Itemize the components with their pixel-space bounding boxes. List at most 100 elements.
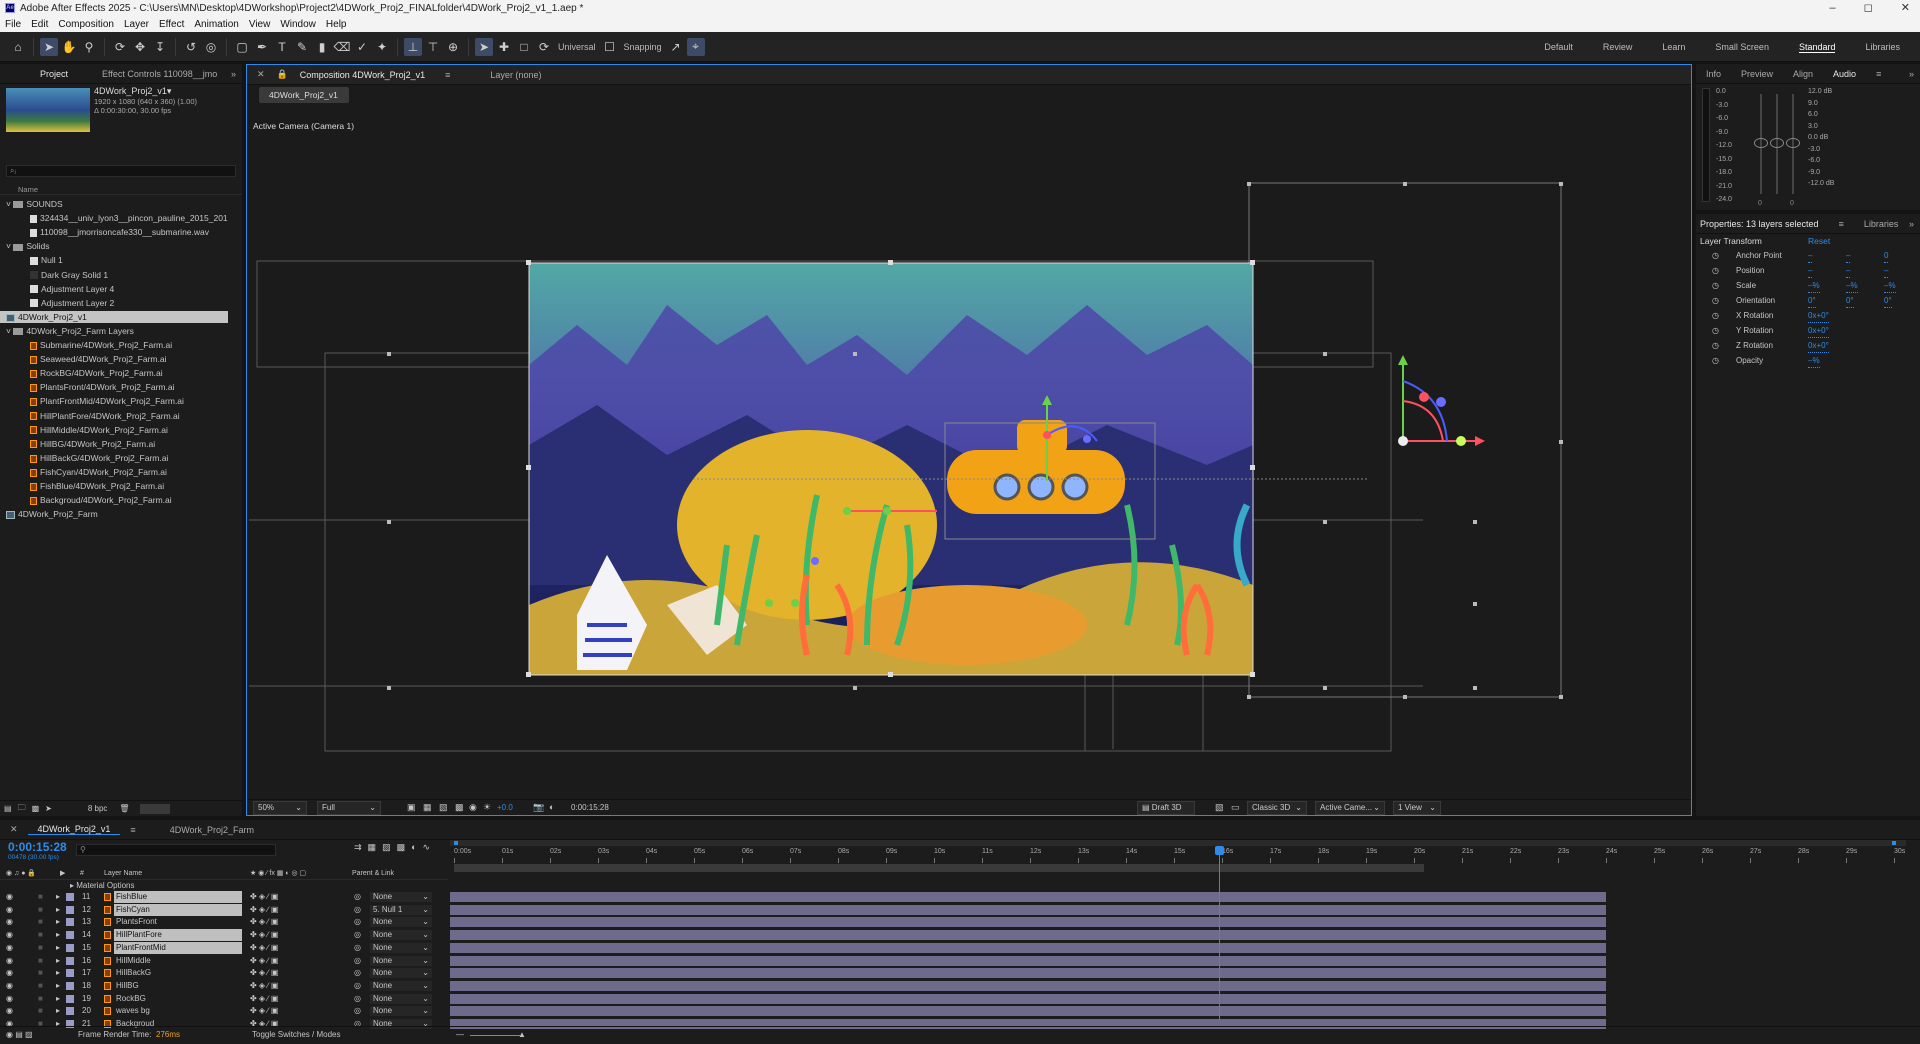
lock-icon[interactable]: ■: [38, 980, 43, 992]
grid-guides-icon[interactable]: ▩: [455, 802, 464, 813]
tab-info[interactable]: Info: [1696, 69, 1731, 79]
parent-dropdown[interactable]: None ⌄: [370, 930, 432, 941]
parent-pickwhip-icon[interactable]: ◎: [354, 967, 361, 979]
label-color-swatch[interactable]: [66, 943, 74, 952]
toggle-switches-modes[interactable]: Toggle Switches / Modes: [252, 1027, 341, 1043]
layer-duration-bar[interactable]: [450, 1006, 1606, 1017]
audio-slider-right-knob[interactable]: [1770, 138, 1784, 148]
timeline-zoom-slider[interactable]: [470, 1035, 520, 1036]
time-ruler[interactable]: 0:00s 01s 02s 03s 04s 05s 06s 07s 08s 09s 10s 11s 12…: [450, 847, 1906, 863]
current-time-indicator[interactable]: [1215, 846, 1225, 1020]
twirl-arrow-icon[interactable]: ▸: [56, 967, 60, 979]
exposure-value[interactable]: +0.0: [497, 803, 513, 812]
tab-audio[interactable]: Audio: [1823, 69, 1866, 79]
layer-name[interactable]: FishBlue: [114, 891, 242, 903]
label-color-swatch[interactable]: [66, 969, 74, 978]
tab-preview[interactable]: Preview: [1731, 69, 1783, 79]
project-item[interactable]: ˅ Solids: [0, 240, 228, 252]
stopwatch-icon[interactable]: ◷: [1712, 250, 1719, 262]
transparency-grid-icon[interactable]: ▦: [423, 802, 432, 813]
menu-layer[interactable]: Layer: [119, 19, 154, 30]
stopwatch-icon[interactable]: ◷: [1712, 355, 1719, 367]
close-timeline-tab-icon[interactable]: ✕: [0, 824, 28, 835]
layer-switches[interactable]: ✤ ◈ ∕ ▣: [250, 916, 278, 928]
parent-dropdown[interactable]: None ⌄: [370, 917, 432, 928]
brush-tool-icon[interactable]: ✎: [293, 38, 311, 56]
layer-name[interactable]: waves bg: [114, 1005, 242, 1017]
tab-timeline-v1[interactable]: 4DWork_Proj2_v1: [27, 824, 121, 835]
lock-icon[interactable]: ■: [38, 993, 43, 1005]
layer-switches[interactable]: ✤ ◈ ∕ ▣: [250, 891, 278, 903]
parent-dropdown[interactable]: None ⌄: [370, 968, 432, 979]
parent-dropdown[interactable]: None ⌄: [370, 955, 432, 966]
properties-menu-icon[interactable]: ≡: [1829, 219, 1854, 229]
twirl-arrow-icon[interactable]: ▸: [56, 1005, 60, 1017]
tab-project[interactable]: Project: [0, 69, 78, 79]
tab-libraries[interactable]: Libraries: [1854, 219, 1909, 229]
parent-pickwhip-icon[interactable]: ◎: [354, 993, 361, 1005]
layer-switches[interactable]: ✤ ◈ ∕ ▣: [250, 967, 278, 979]
snapping-checkbox-icon[interactable]: ☐: [601, 38, 619, 56]
audio-slider-master-knob[interactable]: [1786, 138, 1800, 148]
layer-duration-bar[interactable]: [450, 993, 1606, 1004]
project-item[interactable]: Submarine/4DWork_Proj2_Farm.ai: [0, 339, 228, 351]
tab-align[interactable]: Align: [1783, 69, 1823, 79]
resolution-dropdown[interactable]: Full ⌄: [317, 801, 381, 815]
label-column-icon[interactable]: ▶: [60, 868, 65, 880]
stopwatch-icon[interactable]: ◷: [1712, 310, 1719, 322]
project-item[interactable]: Adjustment Layer 2: [0, 297, 228, 309]
move-3d-tool-icon[interactable]: ✚: [495, 38, 513, 56]
layer-duration-bar[interactable]: [450, 980, 1606, 991]
parent-pickwhip-icon[interactable]: ◎: [354, 904, 361, 916]
property-value[interactable]: –: [1846, 250, 1851, 263]
parent-pickwhip-icon[interactable]: ◎: [354, 980, 361, 992]
workspace-learn[interactable]: Learn: [1662, 42, 1685, 52]
menu-view[interactable]: View: [244, 19, 276, 30]
local-axis-mode-icon[interactable]: ⊥: [404, 37, 422, 56]
audio-slider-left-knob[interactable]: [1754, 138, 1768, 148]
footer-toggle-icons[interactable]: ◉ ▤ ▨: [6, 1027, 33, 1043]
menu-animation[interactable]: Animation: [189, 19, 243, 30]
project-item[interactable]: 324434__univ_lyon3__pincon_pauline_2015_…: [0, 212, 228, 224]
project-search-input[interactable]: ⌕ⱼ: [6, 165, 236, 177]
camera-view-dropdown[interactable]: Active Came... ⌄: [1315, 801, 1385, 815]
panel-overflow-icon[interactable]: »: [1909, 69, 1914, 79]
layer-name-header[interactable]: Layer Name: [104, 868, 142, 880]
label-color-swatch[interactable]: [66, 905, 74, 914]
interpret-footage-icon[interactable]: ▤: [4, 804, 12, 813]
lock-icon[interactable]: ■: [38, 942, 43, 954]
visibility-eye-icon[interactable]: ◉: [6, 955, 13, 967]
workspace-libraries[interactable]: Libraries: [1865, 42, 1900, 52]
anchor-point-tool-icon[interactable]: ◎: [202, 38, 220, 56]
scale-3d-tool-icon[interactable]: □: [515, 38, 533, 56]
hand-tool-icon[interactable]: ✋: [60, 38, 78, 56]
3d-ground-icon[interactable]: ▧: [1215, 802, 1224, 813]
expand-arrow-icon[interactable]: ˅: [6, 241, 13, 251]
timeline-menu-icon[interactable]: ≡: [120, 825, 145, 835]
workspace-small-screen[interactable]: Small Screen: [1715, 42, 1769, 52]
layer-duration-bar[interactable]: [450, 942, 1606, 953]
twirl-arrow-icon[interactable]: ▸: [56, 891, 60, 903]
new-comp-icon[interactable]: ▩: [32, 804, 40, 813]
extended-viewer-icon[interactable]: ▭: [1231, 802, 1240, 813]
timeline-layer-row[interactable]: ◉ ■ ▸ 17 HillBackG ✤ ◈ ∕ ▣ ◎ None ⌄: [0, 967, 448, 979]
layer-name[interactable]: HillBG: [114, 980, 242, 992]
project-item[interactable]: Backgroud/4DWork_Proj2_Farm.ai: [0, 494, 228, 506]
timeline-layer-row[interactable]: ◉ ■ ▸ 19 RockBG ✤ ◈ ∕ ▣ ◎ None ⌄: [0, 993, 448, 1005]
property-value[interactable]: 0°: [1884, 295, 1892, 308]
time-navigator-end-handle[interactable]: [1892, 841, 1896, 845]
parent-pickwhip-icon[interactable]: ◎: [354, 1005, 361, 1017]
zoom-out-icon[interactable]: —: [456, 1027, 464, 1043]
layer-duration-bar[interactable]: [450, 968, 1606, 979]
region-of-interest-icon[interactable]: ▣: [407, 802, 416, 813]
layer-duration-bar[interactable]: [450, 892, 1606, 902]
visibility-eye-icon[interactable]: ◉: [6, 891, 13, 903]
parent-link-header[interactable]: Parent & Link: [352, 868, 394, 880]
project-item[interactable]: ˅ SOUNDS: [0, 198, 228, 210]
property-value[interactable]: –%: [1846, 280, 1858, 293]
stopwatch-icon[interactable]: ◷: [1712, 280, 1719, 292]
3d-gizmo[interactable]: [1398, 355, 1485, 446]
layer-duration-bar[interactable]: [450, 955, 1606, 966]
current-time-display[interactable]: 0:00:15:28: [571, 803, 609, 812]
label-color-swatch[interactable]: [66, 893, 74, 901]
